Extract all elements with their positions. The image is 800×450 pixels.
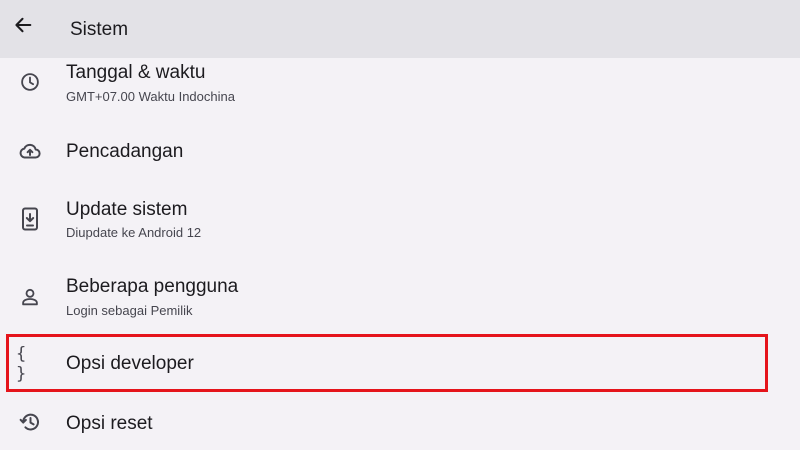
settings-item-backup[interactable]: Pencadangan xyxy=(0,124,800,180)
settings-item-title: Update sistem xyxy=(66,199,188,220)
settings-item-multiple-users[interactable]: Beberapa pengguna Login sebagai Pemilik xyxy=(0,268,800,330)
top-app-bar: Sistem xyxy=(0,0,800,58)
settings-item-title: Tanggal & waktu xyxy=(66,62,206,83)
braces-icon: { } xyxy=(16,344,31,384)
settings-item-system-update[interactable]: Update sistem Diupdate ke Android 12 xyxy=(0,190,800,254)
arrow-back-icon[interactable] xyxy=(10,12,36,38)
settings-item-reset-options[interactable]: Opsi reset xyxy=(0,398,800,450)
settings-item-date-time[interactable]: Tanggal & waktu GMT+07.00 Waktu Indochin… xyxy=(0,58,800,118)
settings-item-subtitle: GMT+07.00 Waktu Indochina xyxy=(66,89,235,104)
system-update-icon xyxy=(18,207,42,231)
settings-item-title: Opsi reset xyxy=(66,413,153,434)
settings-item-title: Beberapa pengguna xyxy=(66,276,239,297)
settings-item-title: Pencadangan xyxy=(66,141,184,162)
settings-item-developer-options[interactable]: { } Opsi developer xyxy=(0,338,800,390)
settings-list: Tanggal & waktu GMT+07.00 Waktu Indochin… xyxy=(0,0,800,450)
cloud-upload-icon xyxy=(18,139,42,163)
settings-item-subtitle: Diupdate ke Android 12 xyxy=(66,225,202,240)
settings-screen: Tanggal & waktu GMT+07.00 Waktu Indochin… xyxy=(0,0,800,450)
settings-item-subtitle: Login sebagai Pemilik xyxy=(66,303,193,318)
clock-icon xyxy=(18,70,42,94)
history-icon xyxy=(18,410,42,434)
person-icon xyxy=(18,285,42,309)
page-title: Sistem xyxy=(70,19,129,40)
settings-item-title: Opsi developer xyxy=(66,353,194,374)
